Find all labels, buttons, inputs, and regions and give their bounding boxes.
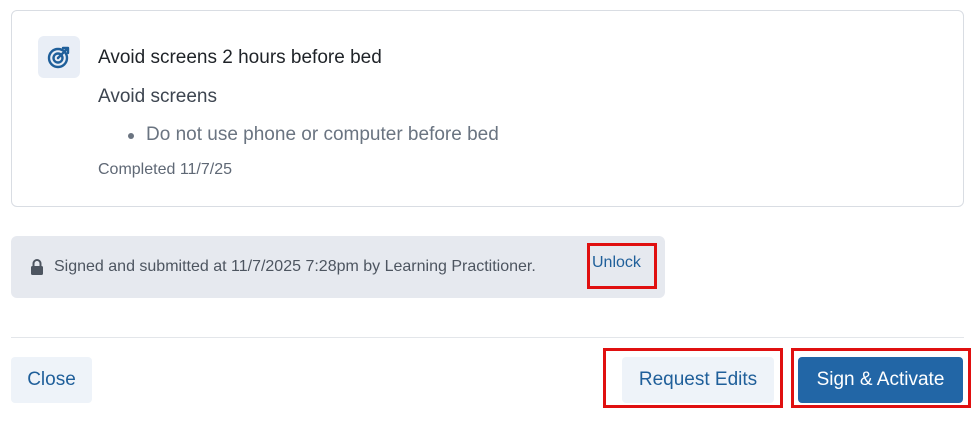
completed-date: Completed 11/7/25	[98, 161, 233, 178]
goal-card: Avoid screens 2 hours before bed Avoid s…	[11, 10, 964, 207]
request-edits-button[interactable]: Request Edits	[622, 357, 774, 403]
close-button[interactable]: Close	[11, 357, 92, 403]
unlock-link[interactable]: Unlock	[592, 254, 641, 272]
signed-banner: Signed and submitted at 11/7/2025 7:28pm…	[11, 236, 665, 298]
sign-activate-button[interactable]: Sign & Activate	[798, 357, 963, 403]
goal-bullet: Do not use phone or computer before bed	[128, 124, 499, 146]
footer-divider	[11, 337, 964, 338]
signed-status-text: Signed and submitted at 11/7/2025 7:28pm…	[54, 258, 536, 275]
lock-icon	[30, 259, 44, 275]
goal-bullet-list: Do not use phone or computer before bed	[128, 124, 499, 146]
target-icon	[38, 36, 80, 78]
goal-subtitle: Avoid screens	[98, 86, 217, 107]
goal-title: Avoid screens 2 hours before bed	[98, 47, 382, 68]
